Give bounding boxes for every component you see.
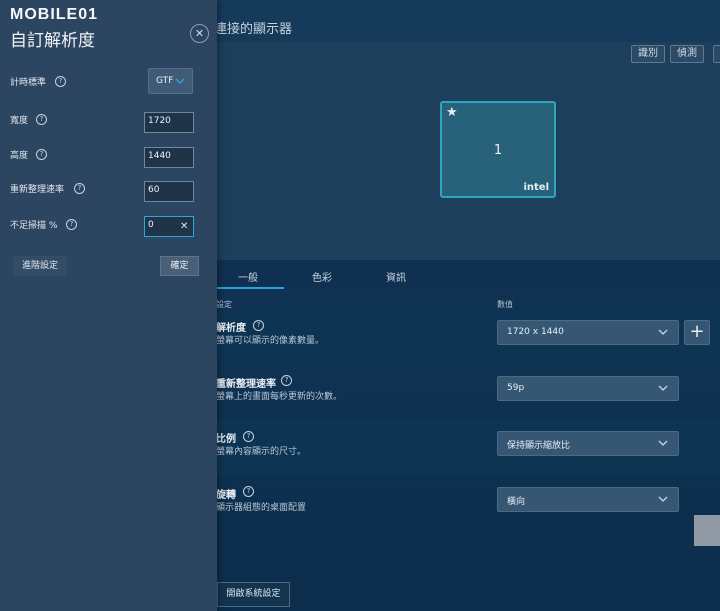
clear-icon[interactable]: ✕ bbox=[180, 221, 188, 232]
timing-standard-select[interactable]: GTF bbox=[148, 68, 193, 94]
open-system-settings-button[interactable]: 開啟系統設定 bbox=[217, 582, 290, 607]
setting-title: 重新整理速率 bbox=[216, 379, 276, 390]
page-title: 連接的顯示器 bbox=[214, 22, 293, 37]
select-value: GTF bbox=[156, 76, 174, 86]
chevron-down-icon bbox=[658, 329, 668, 335]
detect-button[interactable]: 偵測 bbox=[670, 45, 704, 63]
custom-resolution-dialog: MOBILE01 自訂解析度 ✕ 計時標準 ? GTF 寬度 ? 1720 高度… bbox=[0, 0, 217, 611]
more-button[interactable] bbox=[713, 45, 720, 63]
monitor-number: 1 bbox=[493, 143, 503, 158]
setting-description: 螢幕內容顯示的尺寸。 bbox=[216, 447, 307, 457]
width-input[interactable]: 1720 bbox=[144, 112, 194, 133]
column-header-value: 數值 bbox=[497, 300, 513, 309]
dialog-title: 自訂解析度 bbox=[10, 31, 95, 51]
select-value: 1720 x 1440 bbox=[507, 327, 564, 337]
setting-title: 解析度 bbox=[216, 323, 246, 334]
close-button[interactable]: ✕ bbox=[190, 24, 209, 43]
scaling-select[interactable]: 保持顯示縮放比 bbox=[497, 431, 679, 456]
setting-description: 顯示器組態的桌面配置 bbox=[216, 503, 307, 513]
watermark-logo: MOBILE01 bbox=[10, 6, 99, 23]
setting-title: 旋轉 bbox=[216, 490, 236, 501]
setting-description: 螢幕可以顯示的像素數量。 bbox=[216, 336, 325, 346]
advanced-settings-button[interactable]: 進階設定 bbox=[13, 256, 67, 276]
select-value: 59p bbox=[507, 383, 525, 393]
help-icon[interactable]: ? bbox=[243, 431, 254, 442]
help-icon[interactable]: ? bbox=[66, 219, 77, 230]
width-label: 寬度 bbox=[10, 116, 29, 126]
help-icon[interactable]: ? bbox=[281, 375, 292, 386]
column-header-setting: 設定 bbox=[216, 300, 232, 309]
help-icon[interactable]: ? bbox=[36, 114, 47, 125]
height-label: 高度 bbox=[10, 151, 29, 161]
timing-standard-label: 計時標準 bbox=[10, 78, 47, 88]
underscan-label: 不足掃描 % bbox=[10, 221, 58, 231]
help-icon[interactable]: ? bbox=[55, 76, 66, 87]
add-custom-resolution-button[interactable]: + bbox=[684, 320, 710, 345]
primary-star-icon: ★ bbox=[446, 105, 458, 120]
help-icon[interactable]: ? bbox=[243, 486, 254, 497]
height-input[interactable]: 1440 bbox=[144, 147, 194, 168]
monitor-tile[interactable]: ★ 1 intel bbox=[440, 101, 556, 198]
help-icon[interactable]: ? bbox=[74, 183, 85, 194]
chevron-down-icon bbox=[175, 78, 185, 84]
resolution-select[interactable]: 1720 x 1440 bbox=[497, 320, 679, 345]
rotation-select[interactable]: 橫向 bbox=[497, 487, 679, 512]
active-tab-indicator bbox=[216, 287, 284, 289]
chevron-down-icon bbox=[658, 496, 668, 502]
identify-button[interactable]: 識別 bbox=[631, 45, 665, 63]
setting-title: 比例 bbox=[216, 434, 236, 445]
help-icon[interactable]: ? bbox=[253, 320, 264, 331]
chevron-down-icon bbox=[658, 385, 668, 391]
scrollbar-thumb[interactable] bbox=[694, 515, 720, 546]
refresh-rate-select[interactable]: 59p bbox=[497, 376, 679, 401]
tab-info[interactable]: 資訊 bbox=[386, 269, 406, 284]
refresh-rate-input[interactable]: 60 bbox=[144, 181, 194, 202]
ok-button[interactable]: 確定 bbox=[160, 256, 199, 276]
chevron-down-icon bbox=[658, 440, 668, 446]
tab-color[interactable]: 色彩 bbox=[312, 269, 332, 284]
help-icon[interactable]: ? bbox=[36, 149, 47, 160]
select-value: 橫向 bbox=[507, 497, 526, 507]
select-value: 保持顯示縮放比 bbox=[507, 441, 571, 451]
setting-description: 螢幕上的畫面每秒更新的次數。 bbox=[216, 392, 343, 402]
refresh-rate-label: 重新整理速率 bbox=[10, 185, 65, 195]
tab-general[interactable]: 一般 bbox=[238, 269, 258, 284]
intel-logo: intel bbox=[523, 182, 549, 193]
